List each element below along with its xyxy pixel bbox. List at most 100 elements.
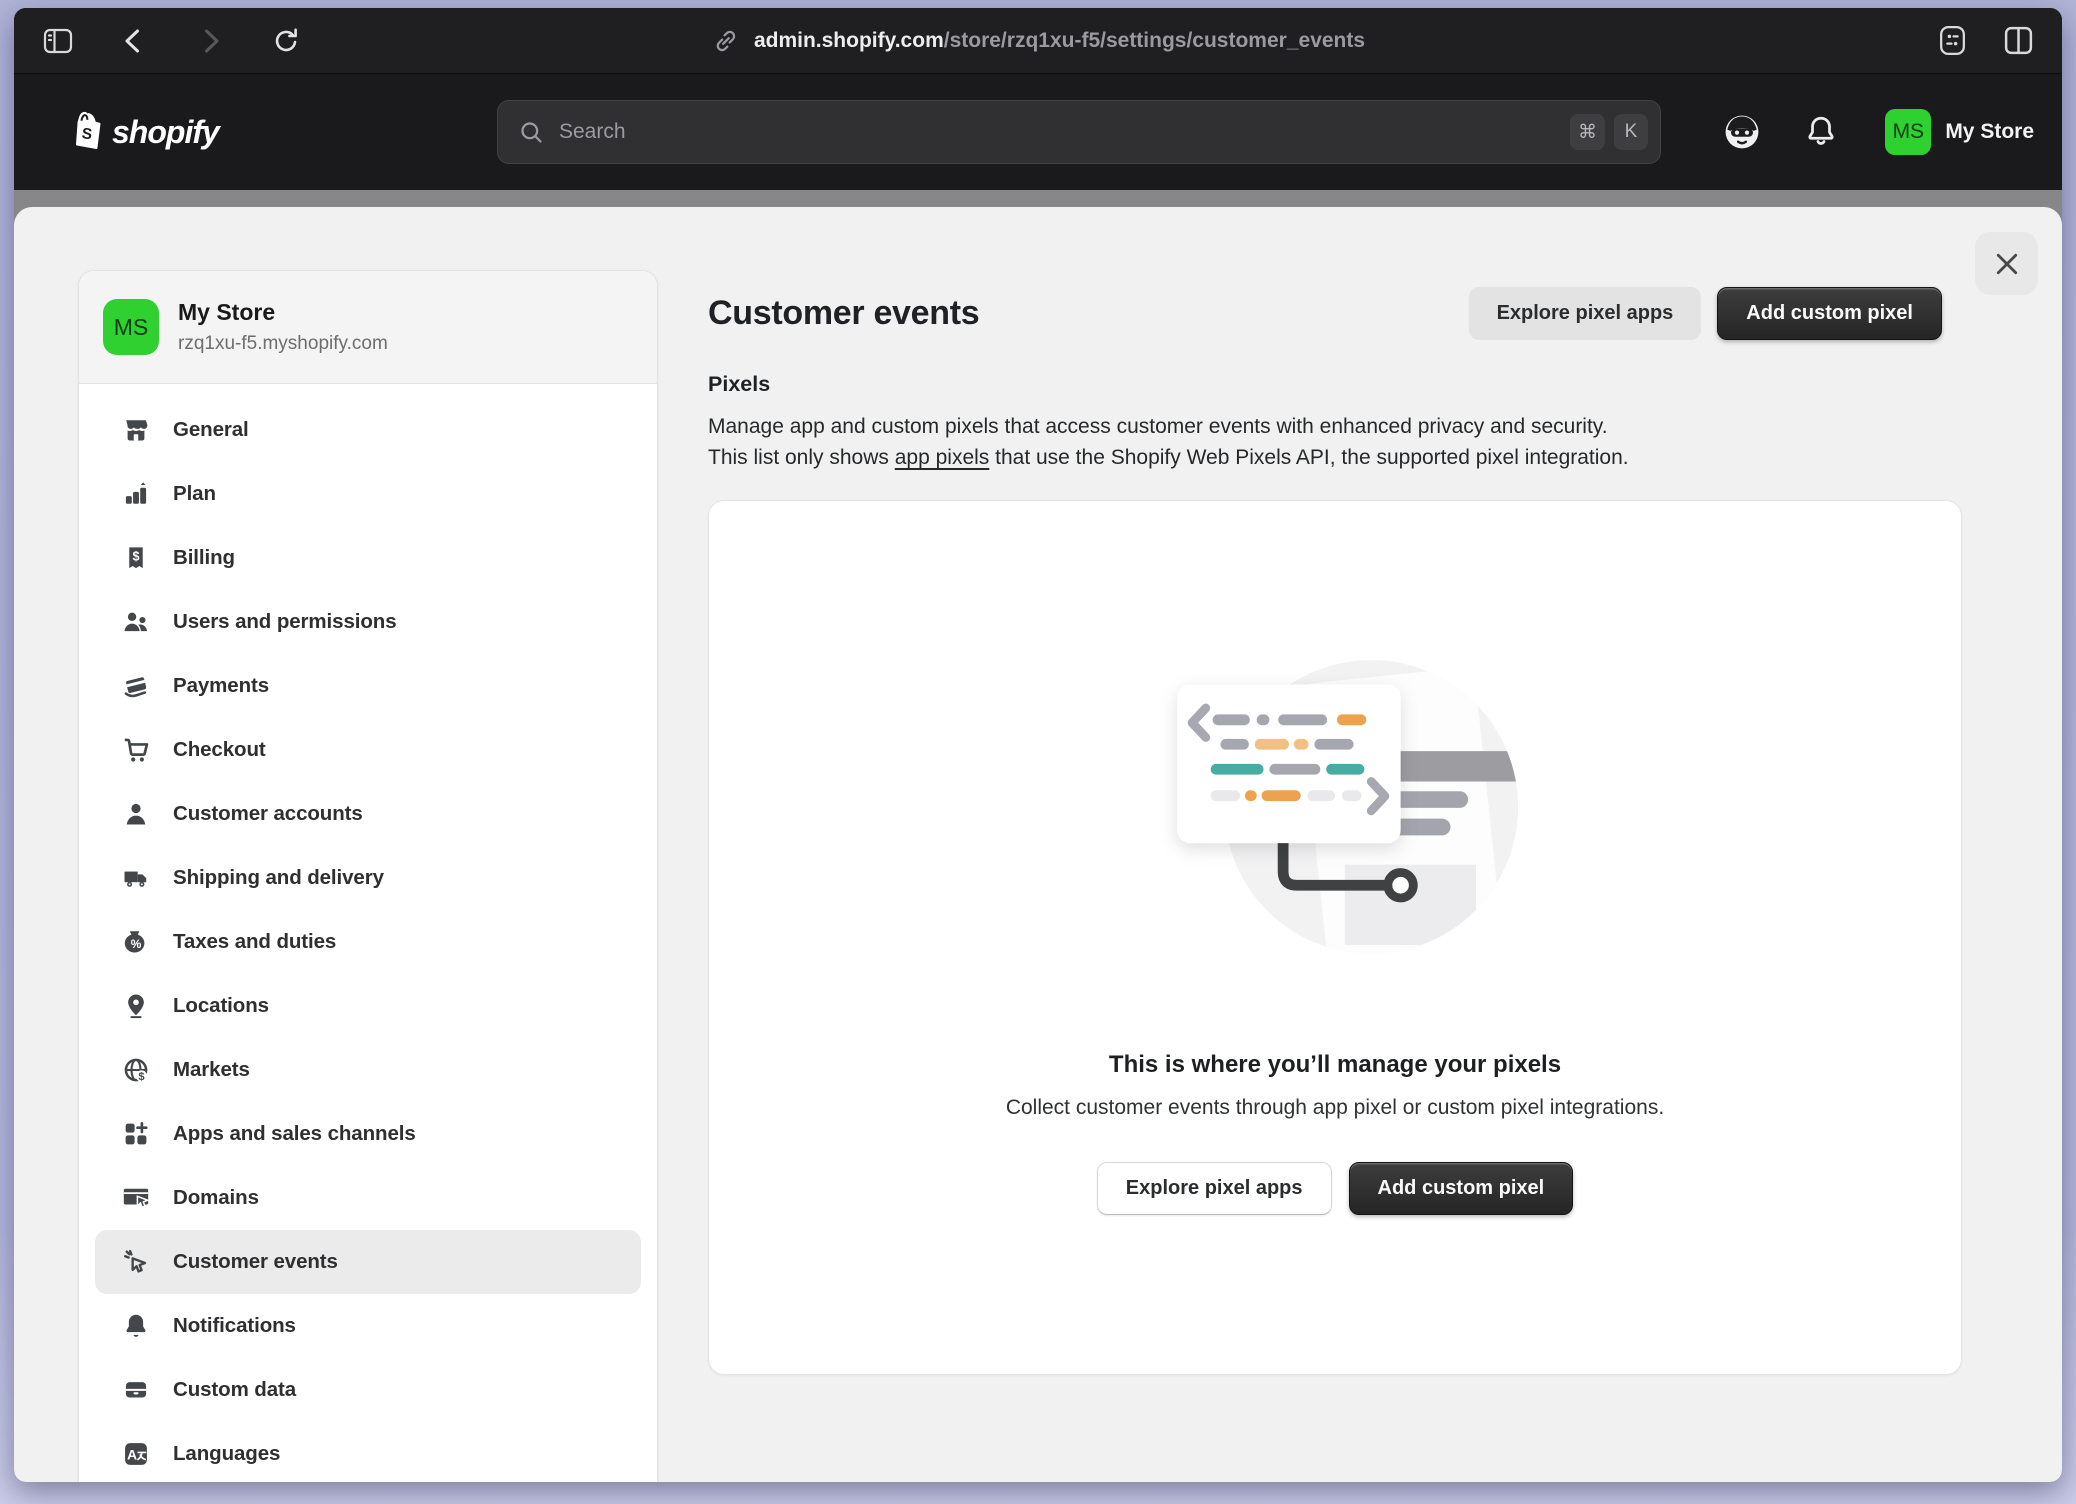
pixels-empty-card: This is where you’ll manage your pixels … bbox=[708, 500, 1962, 1375]
svg-text:A: A bbox=[127, 1446, 137, 1462]
sidebar-item-apps-and-sales-channels[interactable]: Apps and sales channels bbox=[95, 1102, 641, 1166]
sidebar-item-users-and-permissions[interactable]: Users and permissions bbox=[95, 590, 641, 654]
custom-data-icon bbox=[121, 1375, 151, 1405]
sidebar-item-locations[interactable]: Locations bbox=[95, 974, 641, 1038]
sidebar-item-custom-data[interactable]: Custom data bbox=[95, 1358, 641, 1422]
sidebar-item-domains[interactable]: Domains bbox=[95, 1166, 641, 1230]
svg-text:$: $ bbox=[138, 1071, 145, 1083]
sidebar-toggle-icon[interactable] bbox=[40, 23, 76, 59]
languages-icon: A bbox=[121, 1439, 151, 1469]
empty-state-title: This is where you’ll manage your pixels bbox=[1109, 1051, 1561, 1079]
checkout-icon bbox=[121, 735, 151, 765]
sidebar-item-label: Payments bbox=[173, 674, 269, 698]
customer-accounts-icon bbox=[121, 799, 151, 829]
k-keycap: K bbox=[1614, 114, 1648, 150]
sidebar-item-general[interactable]: General bbox=[95, 398, 641, 462]
store-name: My Store bbox=[178, 299, 388, 326]
browser-toolbar: admin.shopify.com/store/rzq1xu-f5/settin… bbox=[14, 8, 2062, 74]
sidebar-item-label: Customer accounts bbox=[173, 802, 363, 826]
app-pixels-link[interactable]: app pixels bbox=[895, 446, 990, 469]
sidebar-item-label: Domains bbox=[173, 1186, 259, 1210]
sidebar-item-payments[interactable]: Payments bbox=[95, 654, 641, 718]
store-card: MS My Store rzq1xu-f5.myshopify.com bbox=[79, 271, 657, 384]
sidebar-item-customer-accounts[interactable]: Customer accounts bbox=[95, 782, 641, 846]
apps-icon bbox=[121, 1119, 151, 1149]
search-placeholder: Search bbox=[559, 120, 1556, 144]
shopify-wordmark: shopify bbox=[112, 114, 219, 151]
url-domain: admin.shopify.com bbox=[754, 29, 944, 52]
close-button[interactable] bbox=[1975, 232, 2038, 295]
account-name: My Store bbox=[1945, 120, 2034, 144]
back-icon[interactable] bbox=[116, 23, 152, 59]
pixels-description: Manage app and custom pixels that access… bbox=[708, 411, 1962, 473]
store-icon bbox=[121, 415, 151, 445]
sidebar-item-plan[interactable]: Plan bbox=[95, 462, 641, 526]
shopify-logo[interactable]: S shopify bbox=[60, 108, 219, 156]
sidebar-item-checkout[interactable]: Checkout bbox=[95, 718, 641, 782]
admin-header: S shopify Search ⌘ K bbox=[14, 74, 2062, 190]
sidebar-item-label: Users and permissions bbox=[173, 610, 397, 634]
sidebar-item-label: Checkout bbox=[173, 738, 266, 762]
description-line2: This list only shows bbox=[708, 446, 895, 469]
settings-nav: General Plan $Billing Users and permissions… bbox=[79, 384, 657, 1482]
taxes-icon: % bbox=[121, 927, 151, 957]
store-domain: rzq1xu-f5.myshopify.com bbox=[178, 333, 388, 355]
sidebar-item-shipping-and-delivery[interactable]: Shipping and delivery bbox=[95, 846, 641, 910]
svg-text:$: $ bbox=[132, 550, 139, 564]
url-path: /store/rzq1xu-f5/settings/customer_event… bbox=[944, 29, 1365, 52]
browser-window: admin.shopify.com/store/rzq1xu-f5/settin… bbox=[14, 8, 2062, 1482]
settings-content: Customer events Explore pixel apps Add c… bbox=[708, 287, 1962, 1375]
sidebar-item-notifications[interactable]: Notifications bbox=[95, 1294, 641, 1358]
sidebar-item-label: Plan bbox=[173, 482, 216, 506]
cmd-keycap: ⌘ bbox=[1570, 114, 1605, 150]
notifications-icon bbox=[121, 1311, 151, 1341]
sidebar-item-markets[interactable]: $ Markets bbox=[95, 1038, 641, 1102]
sidebar-item-label: Taxes and duties bbox=[173, 930, 336, 954]
address-bar[interactable]: admin.shopify.com/store/rzq1xu-f5/settin… bbox=[711, 8, 1365, 73]
notifications-bell-icon[interactable] bbox=[1801, 112, 1841, 152]
sidebar-item-label: Languages bbox=[173, 1442, 280, 1466]
empty-explore-pixel-apps-button[interactable]: Explore pixel apps bbox=[1097, 1162, 1332, 1215]
pixels-section-title: Pixels bbox=[708, 372, 1962, 397]
markets-icon: $ bbox=[121, 1055, 151, 1085]
page-title: Customer events bbox=[708, 294, 979, 333]
search-icon bbox=[518, 119, 545, 146]
sidebar-item-label: Markets bbox=[173, 1058, 250, 1082]
sidebar-item-billing[interactable]: $Billing bbox=[95, 526, 641, 590]
description-line2-end: that use the Shopify Web Pixels API, the… bbox=[989, 446, 1628, 469]
sidebar-item-label: General bbox=[173, 418, 249, 442]
customer-events-icon bbox=[121, 1247, 151, 1277]
reload-icon[interactable] bbox=[268, 23, 304, 59]
sidebar-item-taxes-and-duties[interactable]: % Taxes and duties bbox=[95, 910, 641, 974]
forward-icon[interactable] bbox=[192, 23, 228, 59]
locations-icon bbox=[121, 991, 151, 1021]
settings-sidebar: MS My Store rzq1xu-f5.myshopify.com Gene… bbox=[78, 270, 658, 1482]
svg-text:%: % bbox=[131, 937, 142, 951]
plan-icon bbox=[121, 479, 151, 509]
empty-add-custom-pixel-button[interactable]: Add custom pixel bbox=[1349, 1162, 1574, 1215]
page-settings-icon[interactable] bbox=[1934, 23, 1970, 59]
sidebar-item-label: Customer events bbox=[173, 1250, 338, 1274]
explore-pixel-apps-button[interactable]: Explore pixel apps bbox=[1469, 287, 1702, 340]
sidebar-item-languages[interactable]: A Languages bbox=[95, 1422, 641, 1482]
sidekick-icon[interactable] bbox=[1721, 111, 1763, 153]
search-input[interactable]: Search ⌘ K bbox=[497, 100, 1661, 164]
svg-text:S: S bbox=[81, 125, 93, 143]
split-view-icon[interactable] bbox=[2000, 23, 2036, 59]
settings-backdrop: MS My Store rzq1xu-f5.myshopify.com Gene… bbox=[14, 190, 2062, 1482]
account-avatar: MS bbox=[1885, 109, 1931, 155]
domains-icon bbox=[121, 1183, 151, 1213]
account-menu[interactable]: MS My Store bbox=[1879, 103, 2040, 161]
billing-icon: $ bbox=[121, 543, 151, 573]
description-line1: Manage app and custom pixels that access… bbox=[708, 415, 1608, 438]
settings-modal: MS My Store rzq1xu-f5.myshopify.com Gene… bbox=[14, 207, 2062, 1482]
sidebar-item-label: Notifications bbox=[173, 1314, 296, 1338]
users-icon bbox=[121, 607, 151, 637]
sidebar-item-label: Locations bbox=[173, 994, 269, 1018]
pixels-illustration bbox=[1149, 647, 1521, 961]
shopify-bag-icon: S bbox=[60, 108, 104, 156]
sidebar-item-customer-events[interactable]: Customer events bbox=[95, 1230, 641, 1294]
link-icon bbox=[711, 26, 741, 56]
close-icon bbox=[1992, 249, 2022, 279]
add-custom-pixel-button[interactable]: Add custom pixel bbox=[1717, 287, 1942, 340]
